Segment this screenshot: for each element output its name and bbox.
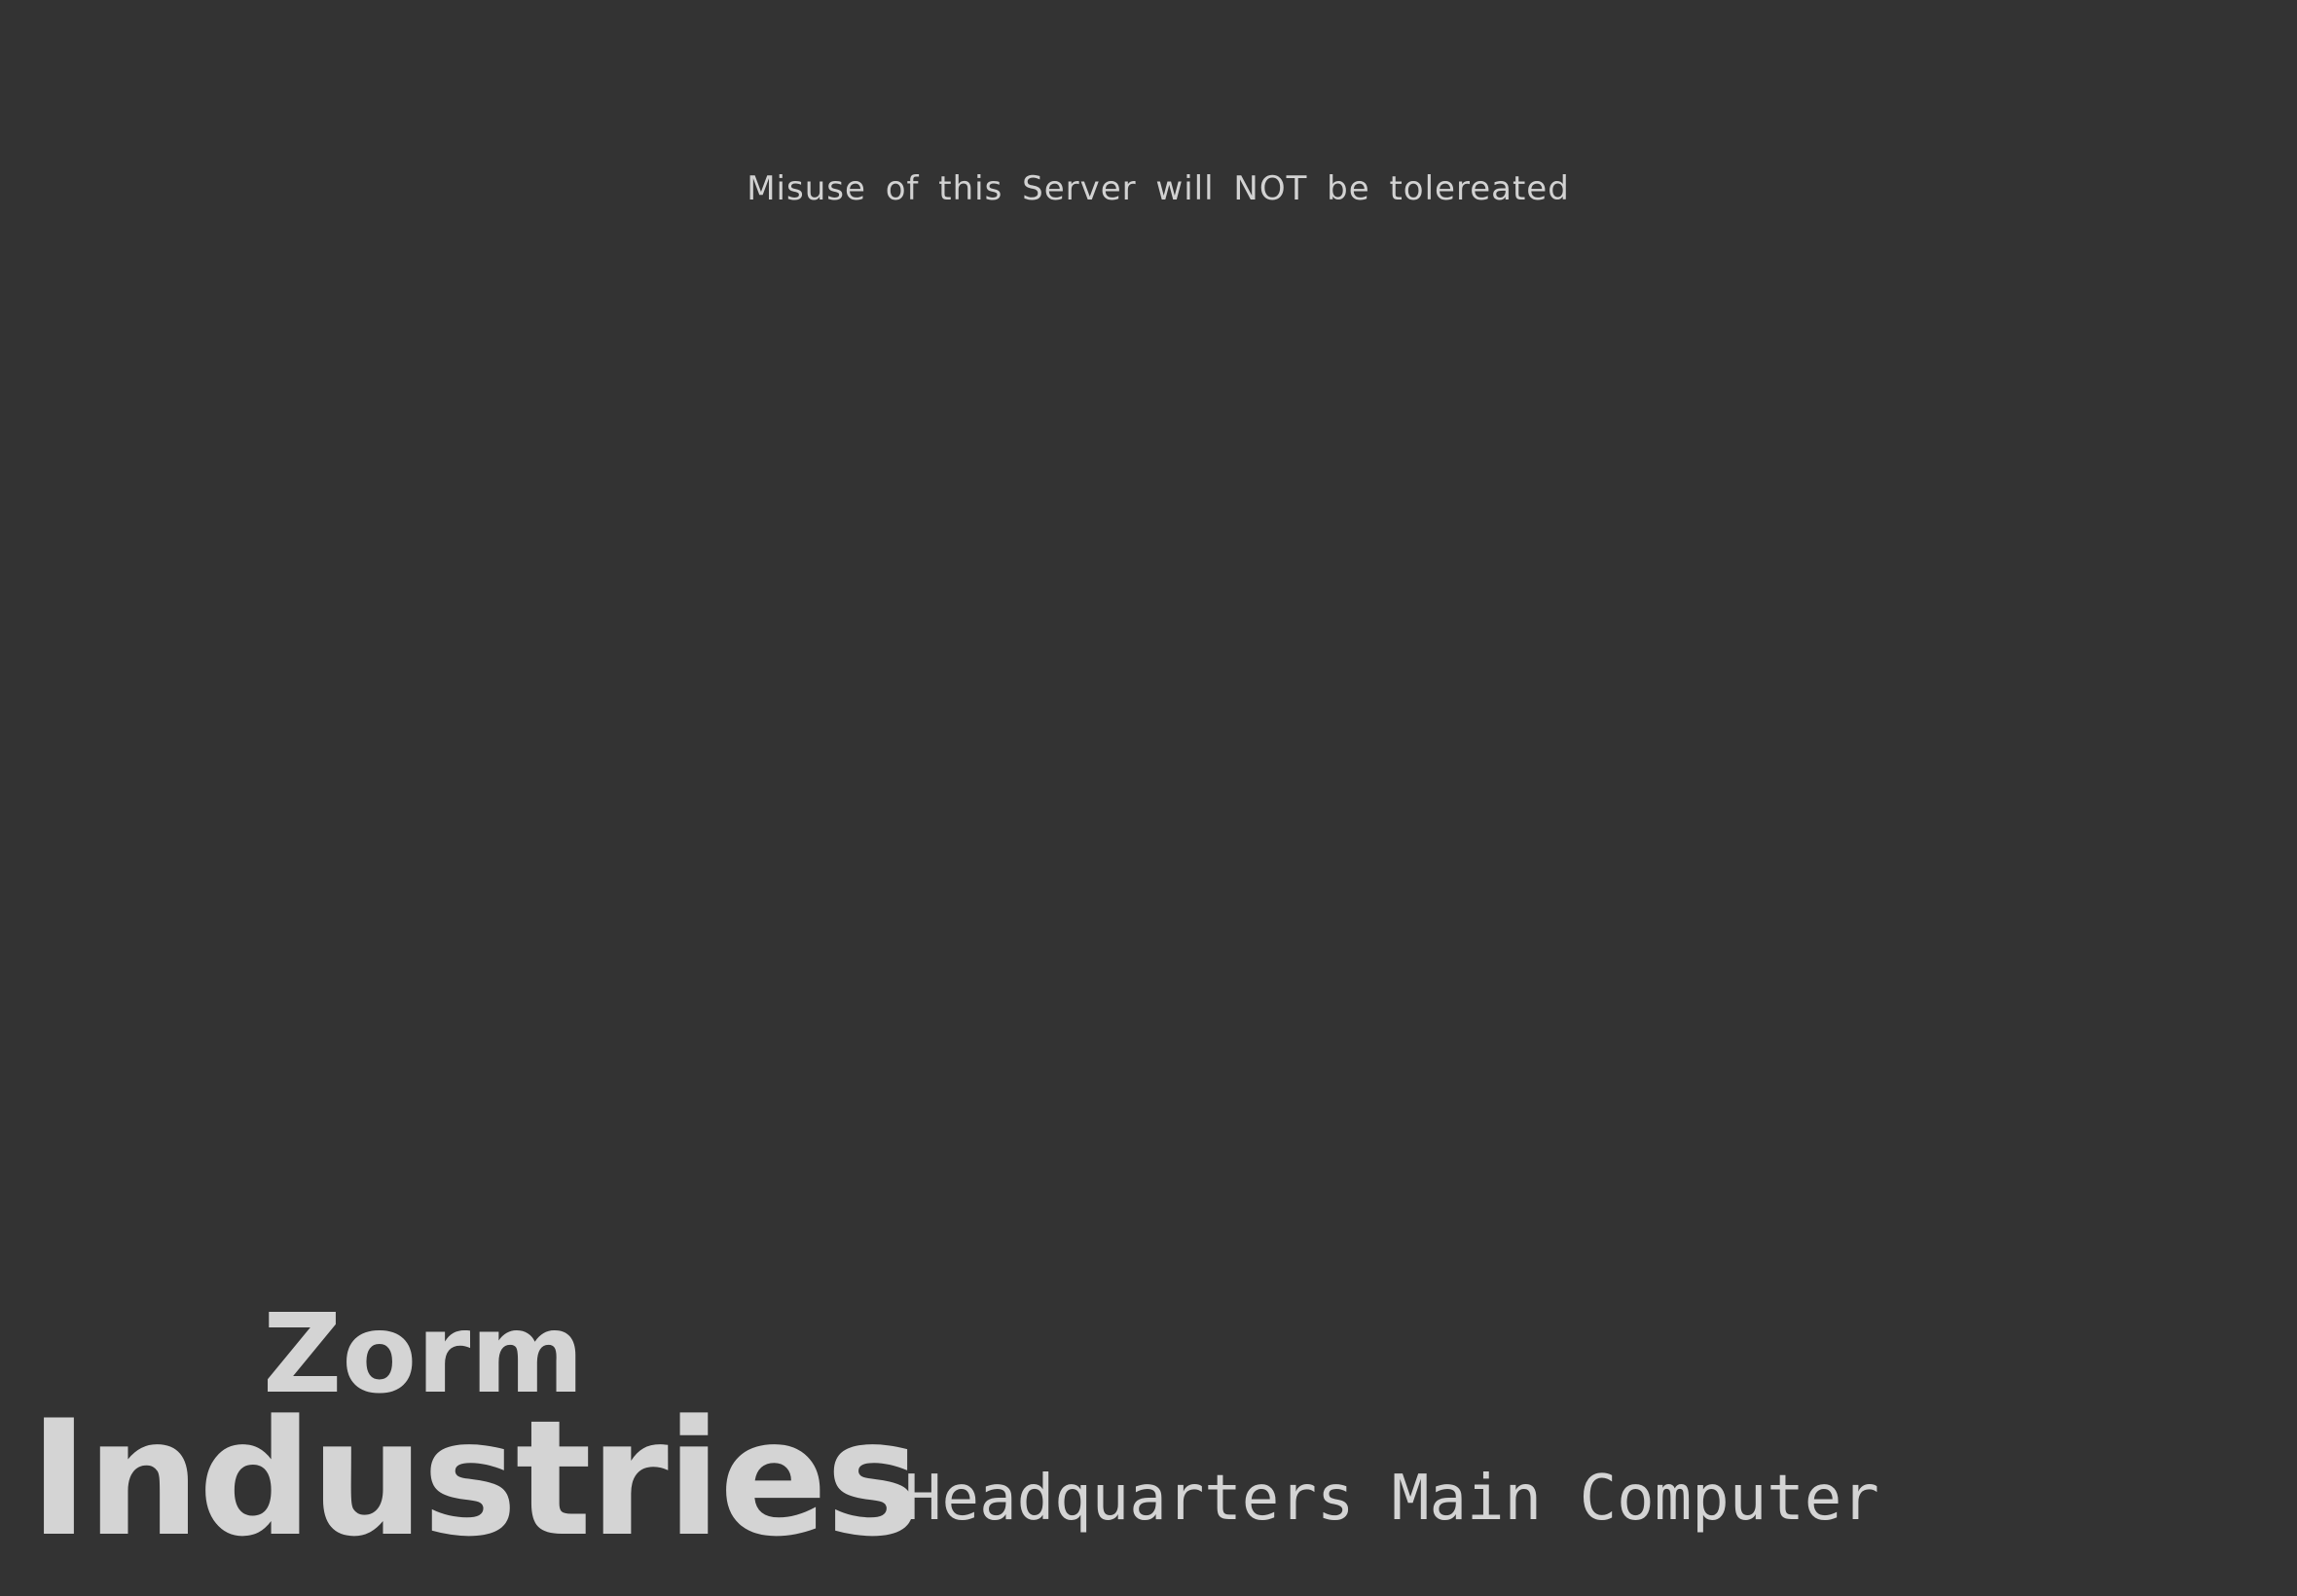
login-screen: Misuse of this Server will NOT be tolere…	[0, 0, 2297, 1596]
warning-message: Misuse of this Server will NOT be tolere…	[747, 169, 1570, 208]
logo-line-industries: Industries	[29, 1386, 921, 1572]
server-subtitle: Headquarters Main Computer	[904, 1463, 1879, 1535]
company-logo: Zorm Industries	[29, 1300, 921, 1563]
